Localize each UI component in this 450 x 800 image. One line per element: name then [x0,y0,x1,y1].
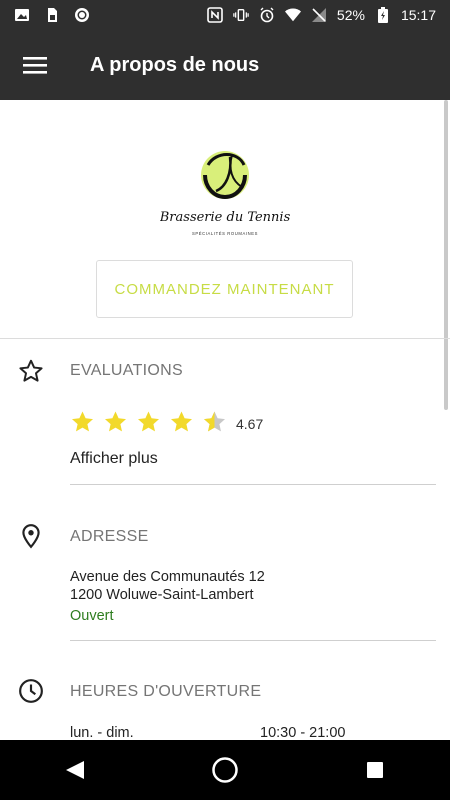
star-filled-icon [138,411,159,432]
show-more-link[interactable]: Afficher plus [70,450,158,468]
hours-days: lun. - dim. [70,725,134,740]
clock-icon [18,678,44,704]
star-partial-icon [204,411,225,432]
restaurant-logo: Brasserie du Tennis SPÉCIALITÉS ROUMAINE… [159,145,291,245]
star-filled-icon [72,411,93,432]
nfc-icon [207,7,223,23]
sim-notification-icon [44,7,60,23]
order-now-button[interactable]: COMMANDEZ MAINTENANT [96,260,353,318]
location-pin-icon [18,523,44,549]
menu-button[interactable] [0,30,70,100]
back-button[interactable] [45,740,105,800]
app-bar: A propos de nous [0,30,450,100]
address-line-2: 1200 Woluwe-Saint-Lambert [70,587,254,603]
divider [70,640,436,641]
rating-value: 4.67 [236,416,264,432]
ratings-title: EVALUATIONS [70,362,183,379]
alarm-icon [259,7,275,23]
content-area[interactable]: Brasserie du Tennis SPÉCIALITÉS ROUMAINE… [0,100,450,740]
battery-percent: 52% [336,7,365,23]
back-triangle-icon [66,761,84,779]
image-notification-icon [14,7,30,23]
hamburger-menu-icon [23,57,47,74]
battery-charging-icon [375,7,391,23]
address-line-1: Avenue des Communautés 12 [70,569,265,585]
scrollbar[interactable] [444,100,448,410]
page-title: A propos de nous [90,53,260,76]
clock: 15:17 [400,7,436,23]
home-circle-icon [212,757,238,783]
vibrate-icon [233,7,249,23]
hours-time: 10:30 - 21:00 [260,725,346,740]
star-outline-icon [18,358,44,384]
record-notification-icon [74,7,90,23]
svg-text:SPÉCIALITÉS ROUMAINES: SPÉCIALITÉS ROUMAINES [192,231,258,236]
svg-text:Brasserie du Tennis: Brasserie du Tennis [160,210,290,225]
no-signal-icon [311,7,327,23]
recents-square-icon [367,762,383,778]
rating-stars [70,410,227,434]
status-bar: 52% 15:17 [0,0,450,30]
wifi-icon [284,7,301,23]
navigation-bar [0,740,450,800]
star-filled-icon [171,411,192,432]
recents-button[interactable] [345,740,405,800]
hours-title: HEURES D'OUVERTURE [70,683,262,700]
star-filled-icon [105,411,126,432]
address-title: ADRESSE [70,528,149,545]
divider [70,484,436,485]
divider [0,338,450,339]
home-button[interactable] [195,740,255,800]
open-status: Ouvert [70,608,114,624]
